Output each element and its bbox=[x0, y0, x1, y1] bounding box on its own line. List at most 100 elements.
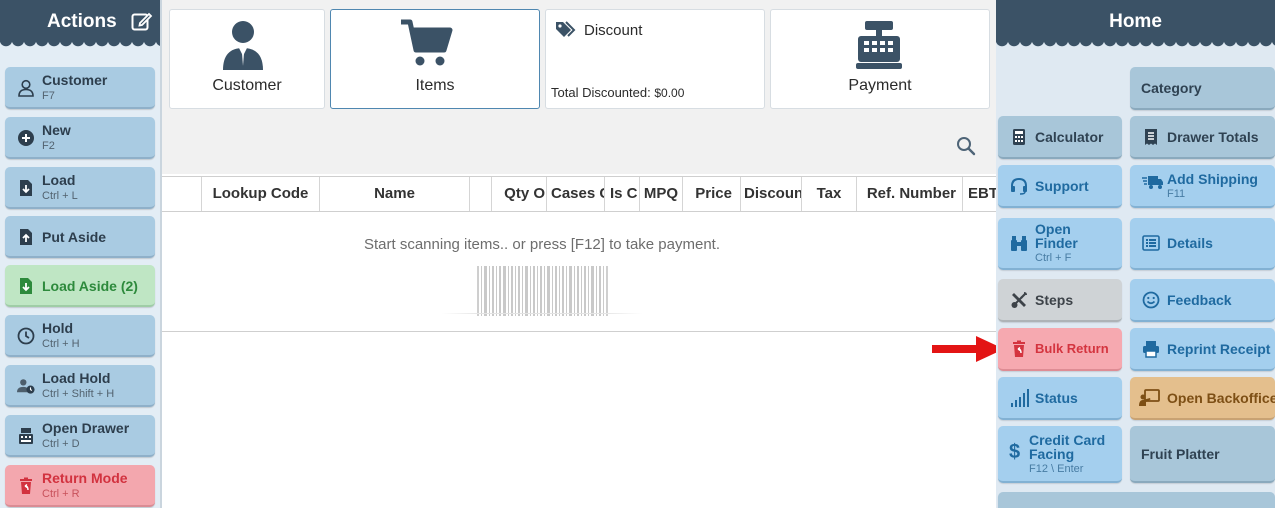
column-header-ebt[interactable]: EBT bbox=[963, 177, 996, 211]
tags-icon bbox=[556, 21, 576, 37]
column-header-blank[interactable] bbox=[470, 177, 492, 211]
file-download-icon bbox=[20, 180, 32, 196]
support-button-label: Support bbox=[1035, 178, 1089, 194]
customer-button[interactable]: Customer F7 bbox=[5, 67, 155, 109]
user-icon bbox=[18, 79, 34, 97]
actions-title: Actions bbox=[47, 11, 117, 32]
load-aside-button[interactable]: Load Aside (2) bbox=[5, 265, 155, 307]
column-header-ref-number[interactable]: Ref. Number bbox=[857, 177, 963, 211]
reprint-receipt-button[interactable]: Reprint Receipt bbox=[1130, 328, 1275, 371]
column-header-select[interactable] bbox=[162, 177, 202, 211]
open-drawer-button-shortcut: Ctrl + D bbox=[42, 438, 80, 450]
return-mode-button[interactable]: Return Mode Ctrl + R bbox=[5, 465, 155, 507]
return-mode-button-label: Return Mode bbox=[42, 470, 128, 486]
open-drawer-button-label: Open Drawer bbox=[42, 420, 130, 436]
load-aside-button-label: Load Aside (2) bbox=[42, 278, 138, 294]
credit-card-facing-shortcut: F12 \ Enter bbox=[1029, 463, 1084, 475]
items-tile[interactable]: Items bbox=[330, 9, 540, 109]
load-hold-button-label: Load Hold bbox=[42, 370, 111, 386]
file-upload-icon bbox=[20, 229, 32, 245]
cash-register-icon bbox=[856, 21, 902, 69]
column-header-tax[interactable]: Tax bbox=[802, 177, 857, 211]
pos-window: Actions Customer F7 New F2 Load Ctrl + L bbox=[0, 0, 1275, 508]
shopping-cart-icon bbox=[401, 19, 453, 66]
barcode-icon bbox=[442, 266, 642, 316]
items-table-header: Lookup Code Name Qty O Cases C Is C MPQ … bbox=[162, 176, 996, 212]
items-table-body: Start scanning items.. or press [F12] to… bbox=[162, 212, 996, 332]
open-backoffice-button[interactable]: Open Backoffice bbox=[1130, 377, 1275, 420]
details-button[interactable]: Details bbox=[1130, 218, 1275, 270]
businessman-icon bbox=[223, 21, 263, 70]
add-shipping-button-shortcut: F11 bbox=[1167, 188, 1186, 200]
load-button-label: Load bbox=[42, 172, 76, 188]
plus-circle-icon bbox=[18, 130, 34, 146]
steps-button[interactable]: Steps bbox=[998, 279, 1122, 322]
column-header-price[interactable]: Price bbox=[683, 177, 741, 211]
open-finder-button-label-1: Open bbox=[1035, 221, 1071, 237]
add-shipping-button-label: Add Shipping bbox=[1167, 171, 1258, 187]
new-button-label: New bbox=[42, 122, 71, 138]
add-shipping-button[interactable]: Add Shipping F11 bbox=[1130, 165, 1275, 208]
signal-bars-icon bbox=[1011, 389, 1029, 407]
category-button[interactable]: Category bbox=[1130, 67, 1275, 110]
column-header-is-case[interactable]: Is C bbox=[605, 177, 640, 211]
search-icon[interactable] bbox=[956, 136, 976, 156]
dollar-sign-icon: $ bbox=[1009, 441, 1021, 463]
feedback-button[interactable]: Feedback bbox=[1130, 279, 1275, 322]
customer-button-shortcut: F7 bbox=[42, 90, 55, 102]
hold-button[interactable]: Hold Ctrl + H bbox=[5, 315, 155, 357]
status-button-label: Status bbox=[1035, 390, 1078, 406]
edit-icon[interactable] bbox=[131, 11, 153, 31]
reprint-receipt-button-label: Reprint Receipt bbox=[1167, 341, 1271, 357]
customer-tile-label: Customer bbox=[212, 77, 282, 94]
steps-button-label: Steps bbox=[1035, 292, 1074, 308]
total-discounted-caption: Total Discounted: bbox=[551, 85, 651, 100]
home-panel: Home Category Calculator Drawer Totals S… bbox=[996, 0, 1275, 508]
transaction-area: Customer Items Discount Total Discounted… bbox=[160, 0, 1004, 508]
open-finder-button-label-2: Finder bbox=[1035, 235, 1078, 251]
load-hold-button-shortcut: Ctrl + Shift + H bbox=[42, 388, 115, 400]
bulk-return-button[interactable]: Bulk Return bbox=[998, 328, 1122, 371]
new-button[interactable]: New F2 bbox=[5, 117, 155, 159]
support-button[interactable]: Support bbox=[998, 165, 1122, 208]
load-button[interactable]: Load Ctrl + L bbox=[5, 167, 155, 209]
column-header-cases[interactable]: Cases C bbox=[547, 177, 605, 211]
total-discounted-label: Total Discounted: $0.00 bbox=[551, 85, 684, 100]
calculator-button-label: Calculator bbox=[1035, 129, 1104, 145]
status-button[interactable]: Status bbox=[998, 377, 1122, 420]
fruit-platter-button-label: Fruit Platter bbox=[1141, 446, 1220, 462]
partial-button[interactable] bbox=[998, 492, 1275, 508]
column-header-discount[interactable]: Discoun bbox=[741, 177, 802, 211]
payment-tile[interactable]: Payment bbox=[770, 9, 990, 109]
discount-tile[interactable]: Discount Total Discounted: $0.00 bbox=[545, 9, 765, 109]
column-header-name[interactable]: Name bbox=[320, 177, 470, 211]
binoculars-icon bbox=[1011, 236, 1027, 251]
column-header-lookup-code[interactable]: Lookup Code bbox=[202, 177, 320, 211]
calculator-button[interactable]: Calculator bbox=[998, 116, 1122, 159]
load-hold-button[interactable]: Load Hold Ctrl + Shift + H bbox=[5, 365, 155, 407]
open-drawer-button[interactable]: Open Drawer Ctrl + D bbox=[5, 415, 155, 457]
trash-return-icon bbox=[1013, 340, 1025, 357]
customer-tile[interactable]: Customer bbox=[169, 9, 325, 109]
header-scallop bbox=[0, 40, 160, 48]
clock-icon bbox=[17, 327, 35, 345]
drawer-totals-button[interactable]: Drawer Totals bbox=[1130, 116, 1275, 159]
tools-icon bbox=[1011, 292, 1027, 308]
column-header-mpq[interactable]: MPQ bbox=[640, 177, 683, 211]
fruit-platter-button[interactable]: Fruit Platter bbox=[1130, 426, 1275, 483]
open-finder-button-shortcut: Ctrl + F bbox=[1035, 252, 1072, 264]
column-header-qty[interactable]: Qty O bbox=[492, 177, 547, 211]
open-finder-button[interactable]: Open Finder Ctrl + F bbox=[998, 218, 1122, 270]
load-button-shortcut: Ctrl + L bbox=[42, 190, 78, 202]
hold-button-shortcut: Ctrl + H bbox=[42, 338, 80, 350]
credit-card-facing-button[interactable]: $ Credit Card Facing F12 \ Enter bbox=[998, 426, 1122, 483]
home-header: Home bbox=[996, 0, 1275, 48]
total-discounted-value: $0.00 bbox=[654, 86, 685, 100]
details-button-label: Details bbox=[1167, 235, 1213, 251]
credit-card-facing-label-1: Credit Card bbox=[1029, 432, 1106, 448]
printer-icon bbox=[1143, 341, 1159, 358]
new-button-shortcut: F2 bbox=[42, 140, 55, 152]
home-title: Home bbox=[1109, 11, 1162, 32]
calculator-icon bbox=[1013, 129, 1025, 145]
put-aside-button[interactable]: Put Aside bbox=[5, 216, 155, 258]
